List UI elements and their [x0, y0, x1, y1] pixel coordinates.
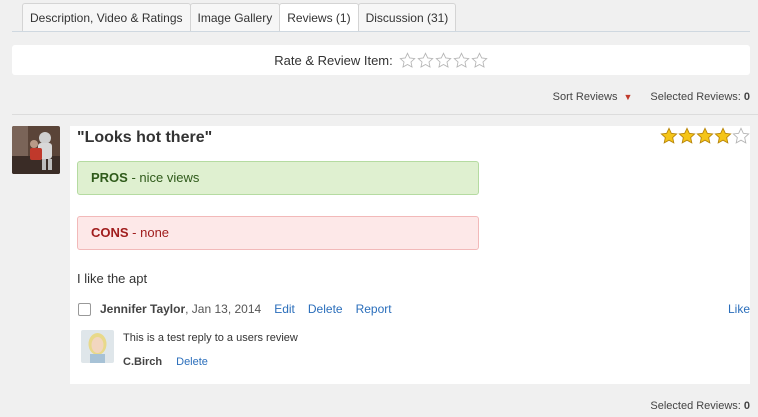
sort-bar: Sort Reviews ▼ Selected Reviews: 0	[553, 91, 750, 103]
pros-label: PROS	[91, 170, 128, 185]
tab-divider	[12, 31, 750, 32]
star-icon[interactable]	[417, 51, 434, 69]
tab-reviews[interactable]: Reviews (1)	[279, 3, 359, 32]
delete-link[interactable]: Delete	[308, 302, 343, 316]
tab-description[interactable]: Description, Video & Ratings	[22, 3, 191, 32]
review-date: , Jan 13, 2014	[185, 302, 262, 316]
reply-avatar[interactable]	[81, 330, 114, 363]
tab-discussion[interactable]: Discussion (31)	[357, 3, 457, 32]
report-link[interactable]: Report	[356, 302, 392, 316]
selected-reviews-label: Selected Reviews:	[650, 91, 741, 103]
selected-reviews-count: 0	[743, 91, 750, 103]
review-meta: Jennifer Taylor , Jan 13, 2014 Edit Dele…	[78, 301, 750, 317]
reviewer-avatar[interactable]	[12, 126, 60, 174]
sort-reviews-label: Sort Reviews	[552, 91, 618, 103]
cons-label: CONS	[91, 225, 129, 240]
footer-selected-count: 0	[743, 400, 750, 412]
like-link[interactable]: Like	[728, 302, 750, 316]
sort-reviews-dropdown[interactable]: Sort Reviews ▼	[553, 91, 633, 103]
cons-text: - none	[128, 225, 170, 240]
review-title: "Looks hot there"	[77, 129, 213, 146]
star-icon	[732, 127, 750, 144]
cons-box: CONS - none	[77, 216, 479, 250]
review-author[interactable]: Jennifer Taylor	[100, 302, 185, 316]
star-icon	[696, 127, 714, 144]
review-body: I like the apt	[77, 271, 148, 286]
footer-selected-label: Selected Reviews:	[650, 400, 741, 412]
divider	[12, 114, 758, 115]
star-icon	[660, 127, 678, 144]
star-icon[interactable]	[399, 51, 416, 69]
reply-delete-link[interactable]: Delete	[176, 356, 208, 368]
pros-box: PROS - nice views	[77, 161, 479, 195]
tab-image-gallery[interactable]: Image Gallery	[189, 3, 281, 32]
tab-bar: Description, Video & Ratings Image Galle…	[22, 3, 457, 32]
star-icon[interactable]	[435, 51, 452, 69]
footer-selected-reviews: Selected Reviews: 0	[650, 400, 750, 412]
star-icon[interactable]	[471, 51, 488, 69]
star-icon	[714, 127, 732, 144]
star-icon	[678, 127, 696, 144]
review-card: "Looks hot there" PROS - nice views CONS…	[70, 126, 750, 384]
review-rating-stars	[660, 127, 750, 145]
edit-link[interactable]: Edit	[274, 302, 295, 316]
rate-stars[interactable]	[399, 51, 488, 69]
reply-meta: C.Birch Delete	[123, 356, 208, 368]
pros-text: - nice views	[127, 170, 200, 185]
select-review-checkbox[interactable]	[78, 302, 91, 316]
reply-author[interactable]: C.Birch	[123, 356, 162, 368]
star-icon[interactable]	[453, 51, 470, 69]
rate-review-label: Rate & Review Item:	[274, 52, 393, 68]
chevron-down-icon: ▼	[623, 92, 633, 102]
reply-text: This is a test reply to a users review	[123, 332, 298, 344]
rate-review-panel: Rate & Review Item:	[12, 45, 750, 75]
